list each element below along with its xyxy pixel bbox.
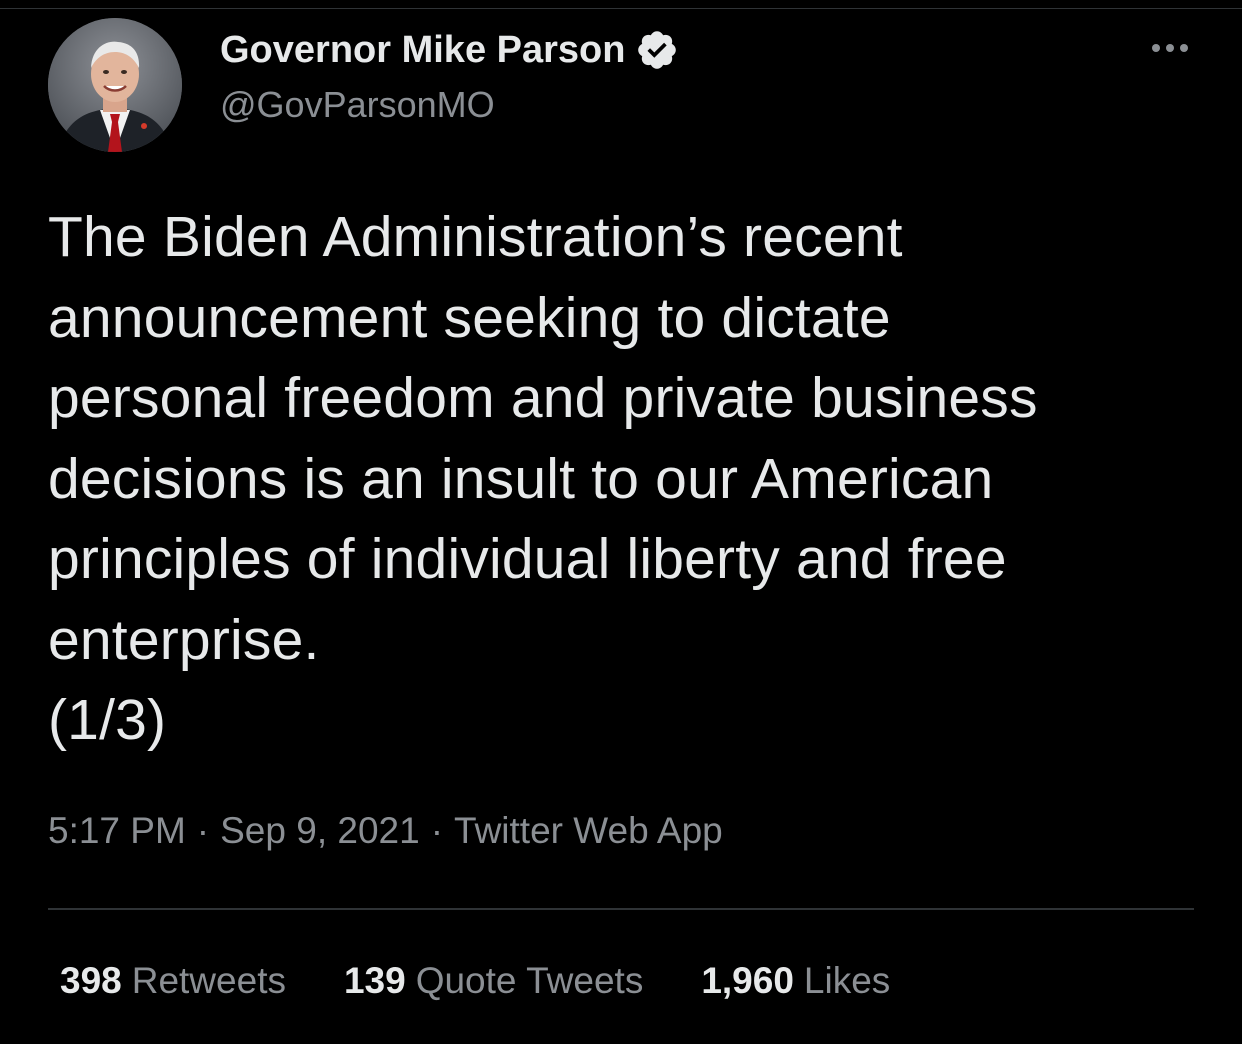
top-divider <box>0 8 1242 9</box>
profile-photo-icon <box>48 18 182 152</box>
tweet-date[interactable]: Sep 9, 2021 <box>220 810 420 852</box>
avatar[interactable] <box>48 18 182 152</box>
stats-divider <box>48 908 1194 910</box>
quote-tweets-count: 139 <box>343 960 406 1001</box>
tweet-stats: 398 Retweets 139 Quote Tweets 1,960 Likes <box>60 960 948 1002</box>
retweets-count: 398 <box>60 960 122 1001</box>
likes-count: 1,960 <box>701 960 794 1001</box>
retweets-label: Retweets <box>131 960 286 1001</box>
tweet-metadata: 5:17 PM · Sep 9, 2021 · Twitter Web App <box>48 810 723 852</box>
retweets-stat[interactable]: 398 Retweets <box>60 960 286 1002</box>
author-name-row[interactable]: Governor Mike Parson <box>220 26 679 74</box>
likes-stat[interactable]: 1,960 Likes <box>701 960 890 1002</box>
author-handle[interactable]: @GovParsonMO <box>220 84 495 126</box>
author-display-name[interactable]: Governor Mike Parson <box>220 29 625 72</box>
tweet-time[interactable]: 5:17 PM <box>48 810 186 852</box>
tweet-header: Governor Mike Parson @GovParsonMO <box>48 18 1198 152</box>
tweet-source[interactable]: Twitter Web App <box>454 810 723 852</box>
meta-separator: · <box>196 810 210 851</box>
quote-tweets-stat[interactable]: 139 Quote Tweets <box>344 960 643 1002</box>
verified-badge-icon <box>635 28 679 72</box>
likes-label: Likes <box>803 960 891 1001</box>
more-options-icon[interactable] <box>1148 36 1192 60</box>
quote-tweets-label: Quote Tweets <box>415 960 644 1001</box>
tweet-body: The Biden Administration’s recent announ… <box>48 205 1038 752</box>
meta-separator: · <box>430 810 444 851</box>
